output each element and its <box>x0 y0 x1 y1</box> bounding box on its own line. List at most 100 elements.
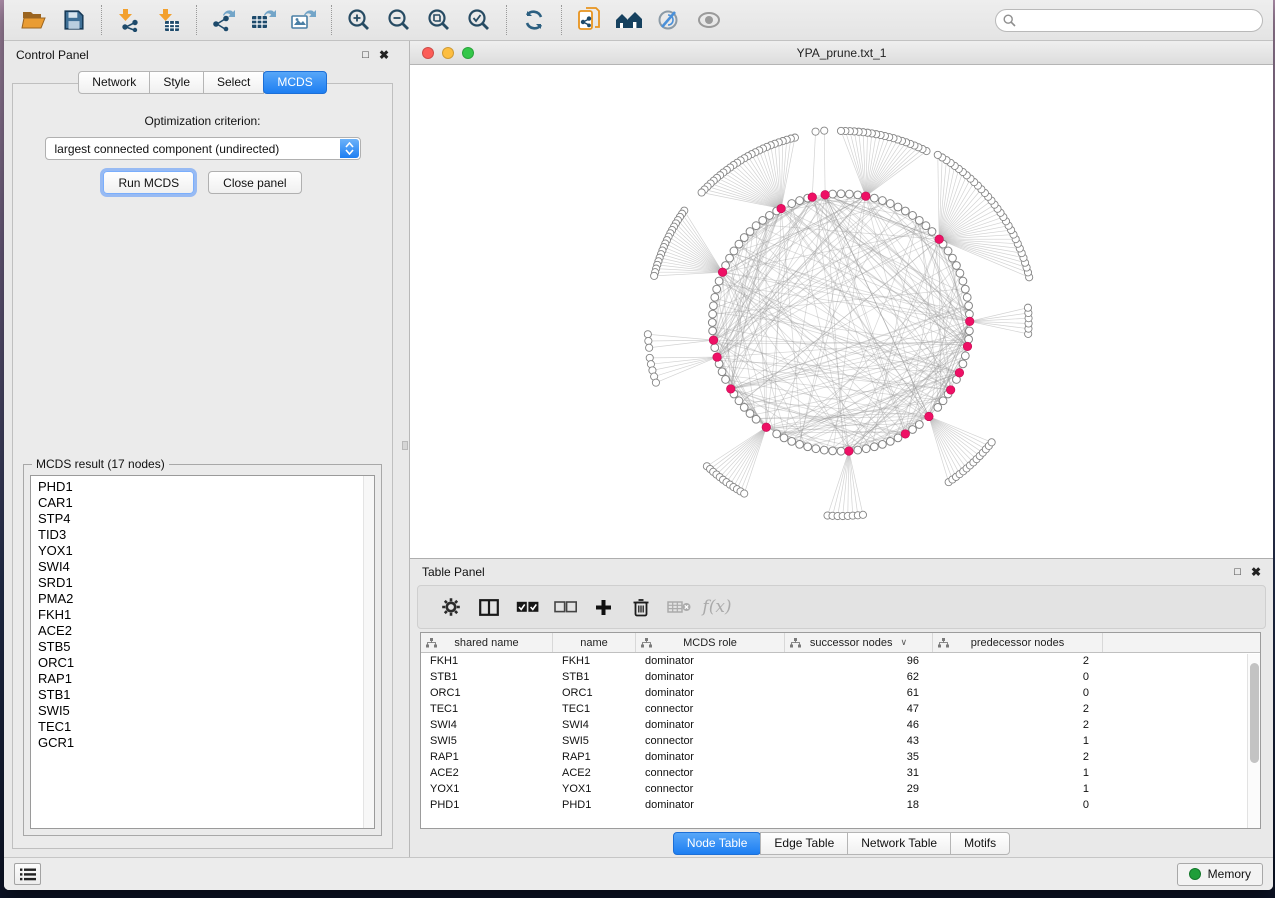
graph-leaf-node[interactable] <box>741 490 748 497</box>
graph-node[interactable] <box>766 212 774 220</box>
graph-node[interactable] <box>708 319 716 327</box>
list-item[interactable]: YOX1 <box>38 543 374 559</box>
result-list-scrollbar[interactable] <box>363 476 374 828</box>
column-header-name[interactable]: name <box>553 633 636 652</box>
graph-leaf-node[interactable] <box>821 127 828 134</box>
graph-node[interactable] <box>928 228 936 236</box>
import-table-button[interactable] <box>149 3 189 37</box>
apply-to-columns-button[interactable] <box>660 589 698 625</box>
table-row[interactable]: SWI5SWI5connector431 <box>421 733 1260 749</box>
graph-node[interactable] <box>879 197 887 205</box>
graph-leaf-node[interactable] <box>988 439 995 446</box>
graph-node[interactable] <box>829 190 837 198</box>
graph-hub-node[interactable] <box>965 317 974 326</box>
graph-node[interactable] <box>735 397 743 405</box>
graph-node[interactable] <box>965 302 973 310</box>
graph-node[interactable] <box>963 293 971 301</box>
graph-node[interactable] <box>894 434 902 442</box>
list-item[interactable]: RAP1 <box>38 671 374 687</box>
list-item[interactable]: STB1 <box>38 687 374 703</box>
graph-node[interactable] <box>722 376 730 384</box>
graph-hub-node[interactable] <box>946 386 955 395</box>
graph-node[interactable] <box>886 438 894 446</box>
share-document-button[interactable] <box>569 3 609 37</box>
list-item[interactable]: PHD1 <box>38 479 374 495</box>
graph-hub-node[interactable] <box>713 353 722 362</box>
graph-node[interactable] <box>752 415 760 423</box>
graph-hub-node[interactable] <box>762 423 771 432</box>
table-row[interactable]: FKH1FKH1dominator962 <box>421 653 1260 669</box>
network-canvas[interactable] <box>410 65 1273 558</box>
graph-node[interactable] <box>854 191 862 199</box>
graph-hub-node[interactable] <box>955 368 964 377</box>
graph-node[interactable] <box>735 240 743 248</box>
graph-node[interactable] <box>710 302 718 310</box>
graph-node[interactable] <box>854 446 862 454</box>
import-network-button[interactable] <box>109 3 149 37</box>
graph-hub-node[interactable] <box>777 204 786 213</box>
list-item[interactable]: SWI5 <box>38 703 374 719</box>
criterion-dropdown[interactable]: largest connected component (undirected) <box>45 137 361 160</box>
table-row[interactable]: YOX1YOX1connector291 <box>421 781 1260 797</box>
graph-node[interactable] <box>870 443 878 451</box>
list-item[interactable]: STB5 <box>38 639 374 655</box>
export-table-button[interactable] <box>244 3 284 37</box>
graph-node[interactable] <box>894 203 902 211</box>
table-row[interactable]: STB1STB1dominator620 <box>421 669 1260 685</box>
graph-hub-node[interactable] <box>925 412 934 421</box>
select-all-rows-button[interactable] <box>508 589 546 625</box>
tab-select[interactable]: Select <box>203 71 264 94</box>
graph-leaf-node[interactable] <box>652 379 659 386</box>
deselect-all-rows-button[interactable] <box>546 589 584 625</box>
graph-node[interactable] <box>934 403 942 411</box>
graph-hub-node[interactable] <box>718 268 727 277</box>
graph-node[interactable] <box>959 360 967 368</box>
run-mcds-button[interactable]: Run MCDS <box>103 171 194 194</box>
tab-network-table[interactable]: Network Table <box>847 832 951 855</box>
zoom-selected-button[interactable] <box>459 3 499 37</box>
chevron-down-icon[interactable]: ∨ <box>900 637 907 648</box>
graph-node[interactable] <box>837 447 845 455</box>
list-item[interactable]: PMA2 <box>38 591 374 607</box>
graph-node[interactable] <box>746 410 754 418</box>
graph-node[interactable] <box>715 277 723 285</box>
column-header-successor-nodes[interactable]: successor nodes∨ <box>785 633 933 652</box>
list-item[interactable]: TID3 <box>38 527 374 543</box>
graph-node[interactable] <box>909 212 917 220</box>
graph-node[interactable] <box>773 430 781 438</box>
tab-style[interactable]: Style <box>149 71 204 94</box>
add-column-button[interactable] <box>584 589 622 625</box>
table-row[interactable]: RAP1RAP1dominator352 <box>421 749 1260 765</box>
graph-hub-node[interactable] <box>845 447 854 456</box>
maximize-window-icon[interactable] <box>462 47 474 59</box>
list-item[interactable]: SRD1 <box>38 575 374 591</box>
zoom-in-button[interactable] <box>339 3 379 37</box>
export-image-button[interactable] <box>284 3 324 37</box>
float-panel-icon[interactable]: □ <box>362 50 369 61</box>
graph-leaf-node[interactable] <box>812 128 819 135</box>
vertical-splitter[interactable] <box>401 41 409 857</box>
table-row[interactable]: ACE2ACE2connector311 <box>421 765 1260 781</box>
graph-node[interactable] <box>966 327 974 335</box>
graph-leaf-node[interactable] <box>646 344 653 351</box>
table-row[interactable]: ORC1ORC1dominator610 <box>421 685 1260 701</box>
graph-node[interactable] <box>740 403 748 411</box>
tab-edge-table[interactable]: Edge Table <box>760 832 848 855</box>
save-session-button[interactable] <box>54 3 94 37</box>
column-header-MCDS-role[interactable]: MCDS role <box>636 633 785 652</box>
graph-node[interactable] <box>953 262 961 270</box>
graph-node[interactable] <box>862 445 870 453</box>
list-item[interactable]: GCR1 <box>38 735 374 751</box>
graph-node[interactable] <box>956 269 964 277</box>
table-row[interactable]: SWI4SWI4dominator462 <box>421 717 1260 733</box>
graph-node[interactable] <box>922 222 930 230</box>
graph-node[interactable] <box>949 254 957 262</box>
column-header-predecessor-nodes[interactable]: predecessor nodes <box>933 633 1103 652</box>
list-item[interactable]: SWI4 <box>38 559 374 575</box>
graph-node[interactable] <box>915 217 923 225</box>
graph-node[interactable] <box>939 397 947 405</box>
graph-leaf-node[interactable] <box>837 127 844 134</box>
graph-leaf-node[interactable] <box>651 272 658 279</box>
table-row[interactable]: TEC1TEC1connector472 <box>421 701 1260 717</box>
search-input[interactable] <box>995 9 1263 32</box>
